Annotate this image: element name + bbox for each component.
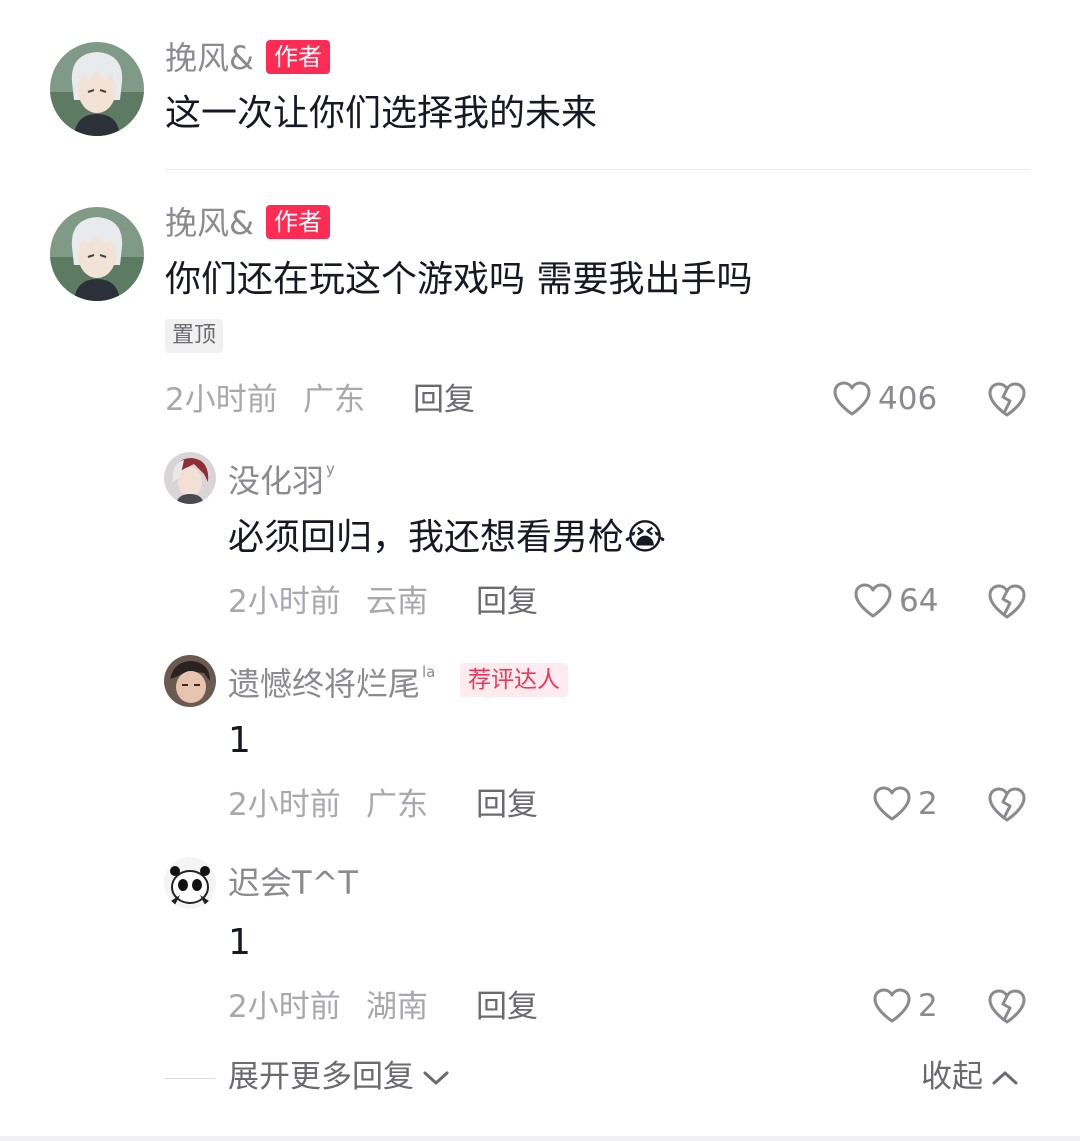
bottom-divider	[0, 1136, 1080, 1141]
reply-location: 湖南	[366, 989, 428, 1025]
comment-text: 你们还在玩这个游戏吗 需要我出手吗	[165, 259, 753, 300]
avatar[interactable]	[164, 452, 216, 504]
avatar-anime-icon	[50, 42, 144, 136]
reply-text: 1	[228, 720, 251, 761]
reply-location: 云南	[366, 584, 428, 620]
reply-time: 2小时前	[228, 584, 341, 620]
heart-icon	[833, 381, 871, 416]
reply-location: 广东	[366, 787, 428, 823]
divider	[165, 169, 1030, 170]
avatar-panda-icon	[164, 857, 216, 909]
broken-heart-icon	[988, 584, 1026, 619]
broken-heart-icon	[988, 382, 1026, 417]
crying-emoji-icon: 😭	[624, 517, 667, 558]
expand-divider	[165, 1078, 215, 1079]
comment-username[interactable]: 挽风&	[165, 42, 254, 74]
heart-icon	[873, 988, 911, 1023]
expand-label: 展开更多回复	[228, 1059, 414, 1095]
avatar-anime-icon	[50, 207, 144, 301]
like-button[interactable]: 64	[853, 582, 938, 620]
collapse-label: 收起	[921, 1059, 983, 1095]
comment-username[interactable]: 挽风&	[165, 207, 254, 239]
author-badge: 作者	[266, 205, 330, 239]
chevron-up-icon	[992, 1071, 1018, 1084]
dislike-button[interactable]	[987, 988, 1027, 1030]
like-count: 406	[878, 380, 938, 417]
dislike-button[interactable]	[987, 583, 1027, 625]
pinned-badge: 置顶	[165, 319, 224, 353]
broken-heart-icon	[988, 989, 1026, 1024]
comment-text: 这一次让你们选择我的未来	[165, 93, 598, 134]
avatar[interactable]	[164, 655, 216, 707]
like-button[interactable]: 406	[832, 380, 937, 418]
like-count: 2	[918, 785, 938, 822]
reply-button[interactable]: 回复	[476, 587, 538, 618]
like-button[interactable]: 2	[872, 987, 938, 1025]
reply-button[interactable]: 回复	[476, 790, 538, 821]
reply-username[interactable]: 遗憾终将烂尾 la	[228, 665, 435, 701]
like-count: 2	[918, 987, 938, 1024]
expert-badge: 荐评达人	[460, 663, 568, 697]
reply-time: 2小时前	[228, 989, 341, 1025]
avatar[interactable]	[50, 42, 144, 136]
heart-icon	[873, 786, 911, 821]
reply-text: 1	[228, 922, 251, 963]
dislike-button[interactable]	[987, 786, 1027, 828]
author-badge: 作者	[266, 40, 330, 74]
collapse-button[interactable]: 收起	[921, 1062, 1019, 1093]
reply-button[interactable]: 回复	[476, 992, 538, 1023]
reply-text: 必须回归，我还想看男枪😭	[228, 517, 667, 558]
chevron-down-icon	[423, 1071, 449, 1084]
comment-location: 广东	[303, 382, 365, 418]
reply-username[interactable]: 迟会T^T	[228, 867, 358, 899]
expand-more-replies-button[interactable]: 展开更多回复	[228, 1062, 450, 1093]
avatar-portrait-icon	[164, 452, 216, 504]
avatar[interactable]	[50, 207, 144, 301]
heart-icon	[854, 583, 892, 618]
broken-heart-icon	[988, 787, 1026, 822]
avatar[interactable]	[164, 857, 216, 909]
comment-time: 2小时前	[165, 382, 278, 418]
like-count: 64	[899, 582, 939, 619]
reply-button[interactable]: 回复	[413, 385, 475, 416]
like-button[interactable]: 2	[872, 785, 938, 823]
avatar-photo-icon	[164, 655, 216, 707]
reply-username[interactable]: 没化羽 y	[228, 462, 335, 498]
reply-time: 2小时前	[228, 787, 341, 823]
dislike-button[interactable]	[987, 381, 1027, 423]
